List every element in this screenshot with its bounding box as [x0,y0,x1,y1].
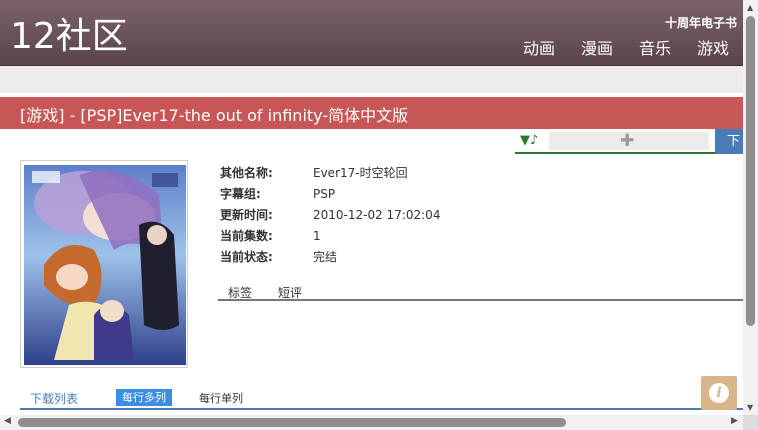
plugin-placeholder[interactable]: ✚ [549,131,709,151]
page-title: [游戏] - [PSP]Ever17-the out of infinity-简… [20,106,409,125]
nav-item-anime[interactable]: 动画 [523,38,555,60]
info-button[interactable]: i [701,376,737,410]
music-player-bar: ▼♪ ✚ [515,130,715,154]
tab-multi-column[interactable]: 每行多列 [116,389,172,406]
download-button[interactable]: 下 [715,129,743,154]
detail-row-episodes: 当前集数: 1 [220,226,440,247]
tab-reviews[interactable]: 短评 [278,284,302,301]
detail-list: 其他名称: Ever17-时空轮回 字幕组: PSP 更新时间: 2010-12… [220,163,440,268]
cover-artwork [24,165,186,365]
tab-tags[interactable]: 标签 [228,284,252,301]
main-nav: 动画 漫画 音乐 游戏 [523,38,729,60]
detail-label: 当前集数: [220,229,273,243]
detail-label: 更新时间: [220,208,273,222]
music-note-icon[interactable]: ▼♪ [520,133,538,148]
scroll-right-icon[interactable]: ▶ [731,416,738,426]
tagline-link[interactable]: 十周年电子书 [665,14,737,31]
vertical-scroll-thumb[interactable] [746,16,755,326]
detail-row-status: 当前状态: 完结 [220,247,440,268]
nav-item-comic[interactable]: 漫画 [581,38,613,60]
tab-single-column[interactable]: 每行单列 [199,390,243,406]
detail-value: 2010-12-02 17:02:04 [313,208,441,222]
vertical-scrollbar[interactable]: ▲ ▼ [743,0,758,415]
detail-row-subgroup: 字幕组: PSP [220,184,440,205]
nav-item-game[interactable]: 游戏 [697,38,729,60]
site-logo[interactable]: 12社区 [10,14,128,60]
detail-value: 完结 [313,250,338,264]
sub-header-band [0,66,743,93]
detail-value: 1 [313,229,321,243]
info-icon: i [709,383,729,403]
horizontal-scroll-thumb[interactable] [18,418,566,427]
detail-label: 其他名称: [220,166,273,180]
nav-item-music[interactable]: 音乐 [639,38,671,60]
scroll-up-icon[interactable]: ▲ [747,3,753,12]
cover-image[interactable] [20,160,188,368]
detail-row-updated: 更新时间: 2010-12-02 17:02:04 [220,205,440,226]
detail-row-alias: 其他名称: Ever17-时空轮回 [220,163,440,184]
detail-label: 当前状态: [220,250,273,264]
horizontal-scrollbar[interactable]: ◀ ▶ [0,415,743,430]
scrollbar-corner [743,415,758,430]
title-bar: [游戏] - [PSP]Ever17-the out of infinity-简… [0,97,743,129]
detail-value: Ever17-时空轮回 [313,166,408,180]
scroll-left-icon[interactable]: ◀ [4,416,11,426]
detail-value: PSP [313,187,336,201]
site-header: 12社区 十周年电子书 动画 漫画 音乐 游戏 [0,0,743,66]
download-list-tabs: 下载列表 每行多列 每行单列 [20,388,743,410]
puzzle-plugin-icon: ✚ [620,131,635,151]
detail-tabs: 标签 短评 [218,282,743,301]
download-list-label[interactable]: 下载列表 [30,390,78,407]
detail-label: 字幕组: [220,187,261,201]
scroll-down-icon[interactable]: ▼ [747,403,753,412]
